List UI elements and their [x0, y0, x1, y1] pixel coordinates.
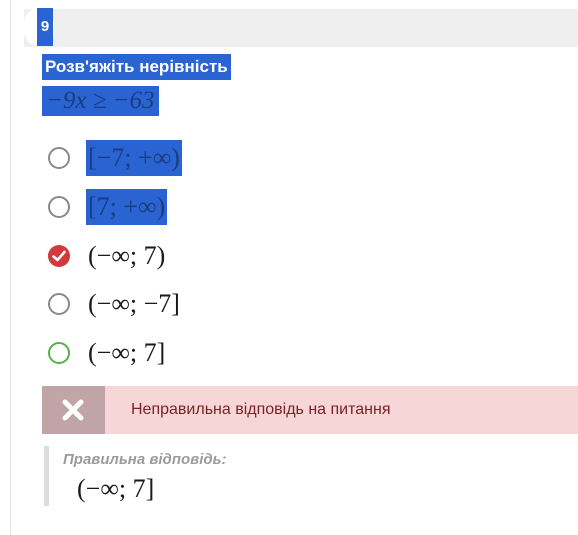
cross-icon	[42, 386, 105, 434]
radio-button[interactable]	[48, 293, 70, 315]
option-label: (−∞; 7]	[88, 338, 166, 367]
option-label: (−∞; −7]	[88, 289, 180, 318]
option-5[interactable]: (−∞; 7]	[40, 335, 340, 371]
radio-button[interactable]	[48, 147, 70, 169]
inequality: −9x ≥ −63	[42, 86, 159, 116]
option-label: [−7; +∞)	[86, 140, 182, 176]
feedback-banner: Неправильна відповідь на питання	[42, 386, 578, 434]
left-border	[10, 0, 11, 535]
radio-button[interactable]	[48, 196, 70, 218]
question-header	[24, 9, 578, 47]
wrong-check-icon[interactable]	[48, 245, 70, 267]
option-label: (−∞; 7)	[88, 241, 166, 270]
correct-answer-label: Правильна відповідь:	[63, 451, 227, 468]
correct-radio-button[interactable]	[48, 342, 70, 364]
question-title: Розв'яжіть нерівність	[42, 54, 231, 80]
option-4[interactable]: (−∞; −7]	[40, 286, 340, 322]
option-2[interactable]: [7; +∞)	[40, 189, 340, 225]
feedback-text: Неправильна відповідь на питання	[131, 401, 391, 418]
question-number: 9	[37, 8, 53, 46]
option-label: [7; +∞)	[86, 189, 168, 225]
correct-answer-block: Правильна відповідь: (−∞; 7]	[44, 446, 344, 506]
option-1[interactable]: [−7; +∞)	[40, 140, 340, 176]
question-number-badge: 9	[24, 8, 54, 46]
correct-answer-value: (−∞; 7]	[77, 474, 155, 503]
option-3[interactable]: (−∞; 7)	[40, 238, 340, 274]
